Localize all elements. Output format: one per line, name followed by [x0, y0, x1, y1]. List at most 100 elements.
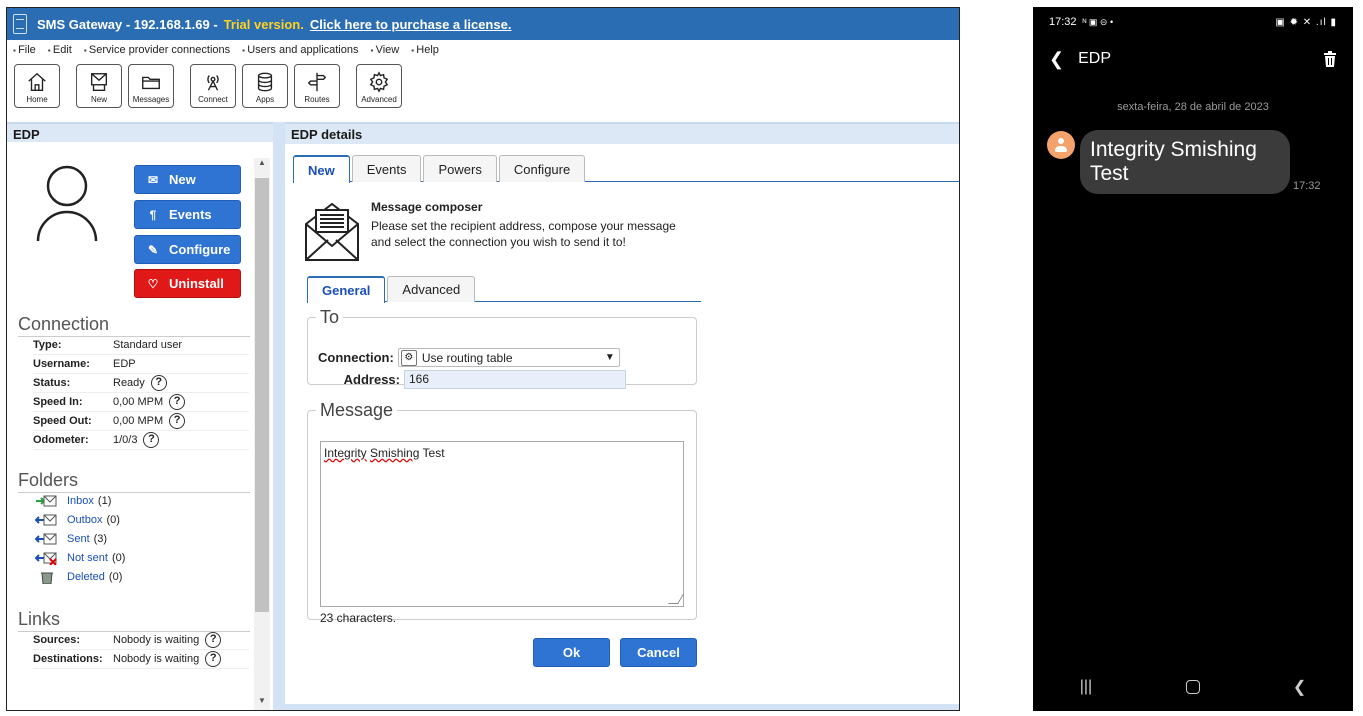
apps-button[interactable]: Apps [242, 64, 288, 108]
connection-row-username: Username: EDP [33, 355, 249, 374]
user-avatar-icon [36, 165, 98, 242]
sms-gateway-window: SMS Gateway - 192.168.1.69 - Trial versi… [6, 7, 960, 711]
composer-title: Message composer [371, 200, 483, 214]
app-icon [13, 14, 27, 34]
advanced-button[interactable]: Advanced [356, 64, 402, 108]
uninstall-button[interactable]: ♡ Uninstall [134, 269, 241, 298]
scroll-up-arrow-icon[interactable]: ▲ [254, 158, 270, 172]
folder-icon [142, 76, 160, 90]
menu-file[interactable]: File [13, 44, 36, 56]
connection-select[interactable]: ⚙ Use routing table ▼ [397, 348, 620, 367]
title-bar: SMS Gateway - 192.168.1.69 - Trial versi… [7, 8, 959, 40]
subtab-general[interactable]: General [307, 276, 386, 303]
folder-outbox[interactable]: Outbox (0) [34, 510, 120, 529]
trash-bin-icon [35, 570, 57, 584]
events-button[interactable]: ¶ Events [134, 200, 241, 229]
tab-events[interactable]: Events [351, 155, 422, 182]
sms-message-bubble[interactable]: Integrity Smishing Test [1080, 130, 1290, 194]
envelope-icon: ✉ [147, 172, 159, 187]
outbox-icon [34, 513, 57, 527]
menu-help[interactable]: Help [411, 44, 439, 56]
recent-apps-icon[interactable]: ||| [1080, 678, 1092, 696]
subtab-advanced[interactable]: Advanced [387, 276, 476, 302]
message-time: 17:32 [1293, 180, 1321, 192]
help-icon[interactable]: ? [169, 413, 186, 429]
scroll-down-arrow-icon[interactable]: ▼ [254, 696, 270, 710]
help-icon[interactable]: ? [143, 432, 160, 448]
message-date: sexta-feira, 28 de abril de 2023 [1117, 101, 1269, 113]
tab-configure[interactable]: Configure [498, 155, 586, 182]
back-nav-icon[interactable]: ❮ [1293, 677, 1306, 697]
status-time: 17:32 [1049, 16, 1077, 28]
messages-button[interactable]: Messages [128, 64, 174, 108]
routes-button[interactable]: Routes [294, 64, 340, 108]
connect-button[interactable]: Connect [190, 64, 236, 108]
phone-screen: 17:32 ᴺ ▣ ⊝ • ▣ ✹ ✕ .ıl ▮ ❮ EDP sexta-fe… [1033, 7, 1353, 711]
menu-edit[interactable]: Edit [48, 44, 72, 56]
chevron-down-icon: ▼ [604, 352, 615, 363]
folders-section-title: Folders [18, 470, 79, 490]
help-icon[interactable]: ? [205, 651, 222, 667]
new-message-button[interactable]: New [76, 64, 122, 108]
gear-icon [369, 71, 389, 93]
menu-bar: File Edit Service provider connections U… [7, 40, 959, 60]
links-row-destinations: Destinations: Nobody is waiting? [33, 650, 249, 669]
menu-view[interactable]: View [371, 44, 400, 56]
left-pane-scrollbar[interactable]: ▲ ▼ [254, 158, 270, 710]
conversation-app-bar: ❮ EDP [1049, 45, 1337, 73]
new-button[interactable]: ✉ New [134, 165, 241, 194]
sent-icon [34, 532, 57, 546]
new-message-icon [90, 73, 108, 91]
message-textarea[interactable]: Integrity Smishing Test [320, 441, 684, 607]
antenna-icon [207, 75, 219, 91]
message-fieldset: Message Integrity Smishing Test 23 chara… [307, 400, 697, 625]
to-fieldset: To Connection: ⚙ Use routing table ▼ Add… [307, 307, 697, 389]
gear-icon: ⚙ [400, 349, 417, 366]
status-system-icons: ▣ ✹ ✕ .ıl ▮ [1275, 16, 1337, 28]
help-icon[interactable]: ? [150, 375, 167, 391]
menu-users-and-applications[interactable]: Users and applications [242, 44, 358, 56]
right-pane-header: EDP details [285, 124, 959, 144]
folder-deleted[interactable]: Deleted (0) [35, 567, 122, 586]
composer-description: Please set the recipient address, compos… [371, 219, 676, 249]
connection-row: Connection: ⚙ Use routing table ▼ [318, 348, 620, 367]
cancel-button[interactable]: Cancel [620, 638, 697, 667]
trash-icon[interactable] [1323, 51, 1337, 67]
home-nav-icon[interactable] [1185, 680, 1200, 694]
back-arrow-icon[interactable]: ❮ [1049, 49, 1064, 70]
window-title: SMS Gateway - 192.168.1.69 - [37, 16, 218, 32]
connection-label: Connection: [318, 350, 394, 365]
inbox-icon [35, 494, 57, 508]
contact-avatar-icon[interactable] [1047, 131, 1075, 159]
status-bar: 17:32 ᴺ ▣ ⊝ • ▣ ✹ ✕ .ıl ▮ [1049, 15, 1337, 29]
folder-not-sent[interactable]: Not sent (0) [34, 548, 125, 567]
home-button[interactable]: Home [14, 64, 60, 108]
links-section-title: Links [18, 609, 61, 629]
left-pane: EDP ✉ New ¶ Events ✎ Configure ♡ Uninsta… [7, 122, 279, 710]
trial-notice: Trial version. [223, 16, 304, 32]
help-icon[interactable]: ? [169, 394, 186, 410]
connection-row-odometer: Odometer: 1/0/3? [33, 431, 249, 450]
folder-sent[interactable]: Sent (3) [34, 529, 107, 548]
tab-new[interactable]: New [293, 155, 350, 183]
scrollbar-thumb[interactable] [255, 178, 269, 612]
links-row-sources: Sources: Nobody is waiting? [33, 631, 249, 650]
ok-button[interactable]: Ok [533, 638, 610, 667]
connection-section-title: Connection [18, 314, 110, 334]
connection-row-speed-in: Speed In: 0,00 MPM? [33, 393, 249, 412]
flag-icon: ¶ [149, 207, 157, 222]
menu-service-provider-connections[interactable]: Service provider connections [84, 44, 230, 56]
not-sent-icon [34, 551, 57, 566]
help-icon[interactable]: ? [205, 632, 222, 648]
contact-name: EDP [1078, 50, 1111, 67]
configure-button[interactable]: ✎ Configure [134, 235, 241, 264]
purchase-license-link[interactable]: Click here to purchase a license. [310, 17, 512, 32]
resize-grip-icon[interactable] [668, 594, 684, 604]
tab-powers[interactable]: Powers [423, 155, 497, 182]
address-input[interactable]: 166 [404, 370, 626, 389]
wrench-icon: ✎ [147, 242, 159, 257]
home-icon [28, 72, 46, 91]
status-notification-icons: ᴺ ▣ ⊝ • [1082, 16, 1114, 27]
folder-inbox[interactable]: Inbox (1) [35, 491, 111, 510]
content-area: EDP ✉ New ¶ Events ✎ Configure ♡ Uninsta… [7, 122, 959, 710]
